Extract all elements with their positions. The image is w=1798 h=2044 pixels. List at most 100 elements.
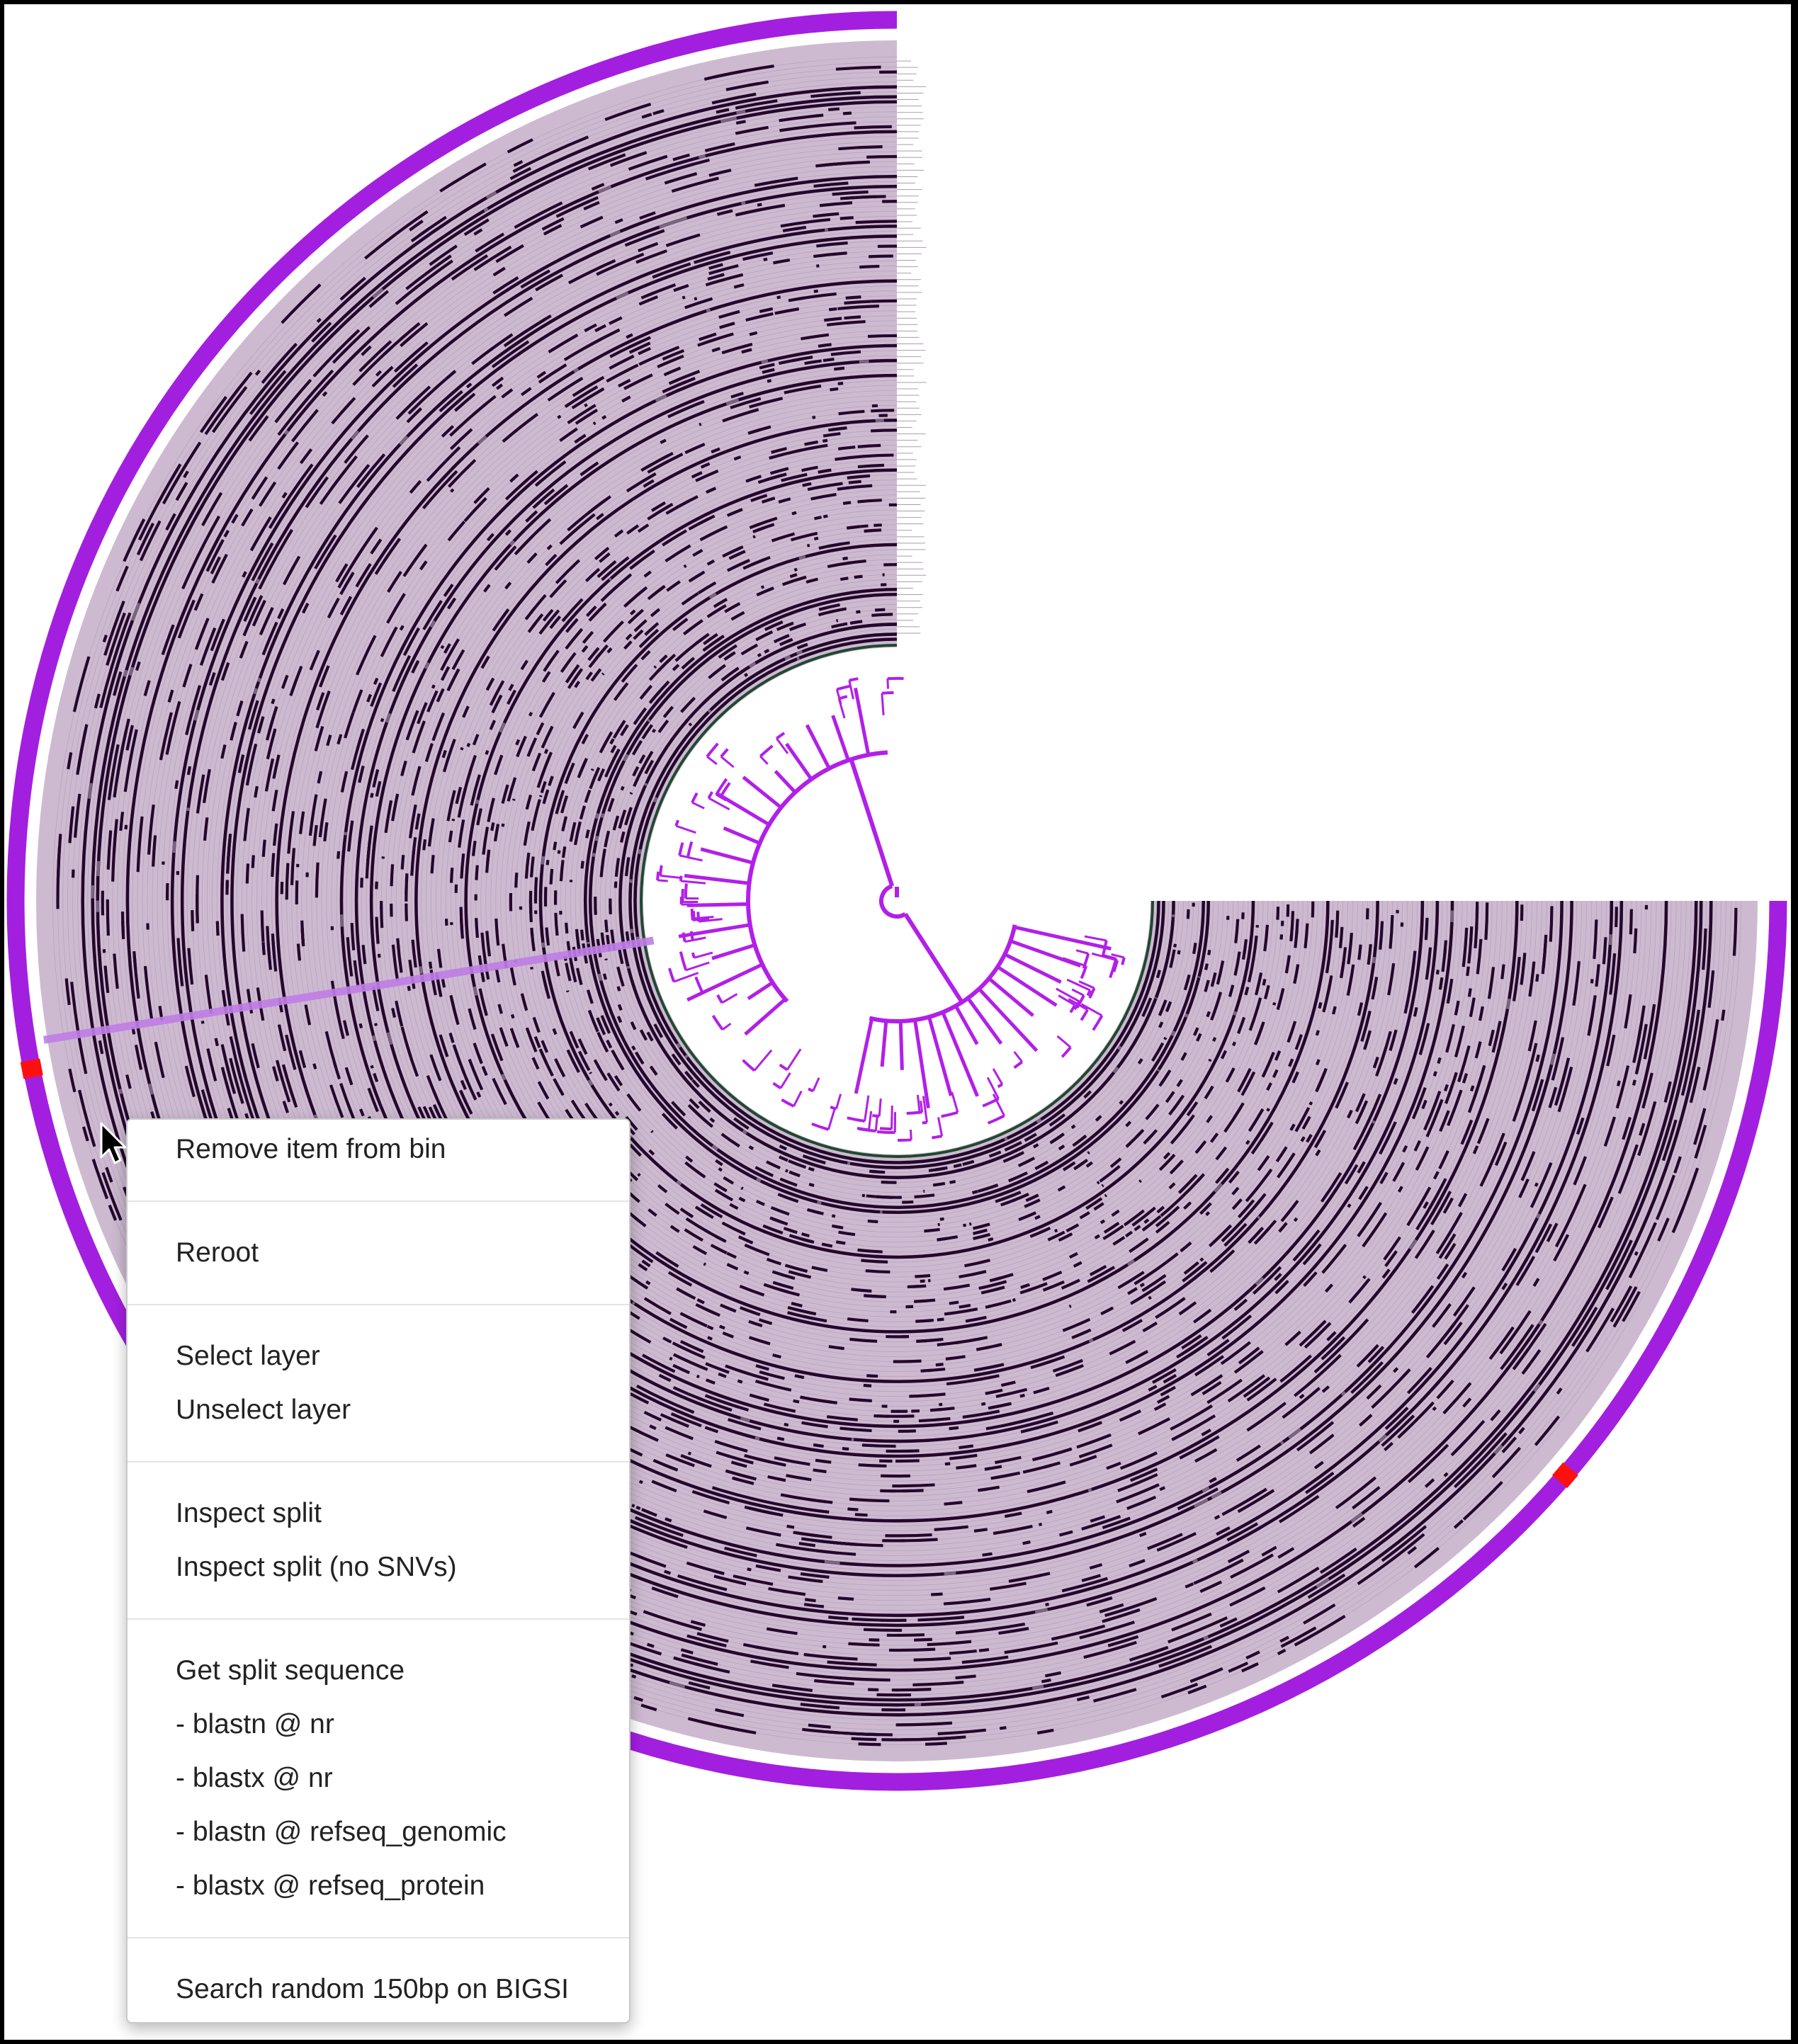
track-segment bbox=[1536, 1213, 1541, 1219]
menu-item-unselect-layer[interactable]: Unselect layer bbox=[128, 1383, 629, 1437]
tree-branch bbox=[694, 951, 713, 959]
track-segment bbox=[863, 1383, 872, 1387]
track-segment bbox=[1199, 1257, 1204, 1262]
track-segment bbox=[1231, 1041, 1237, 1047]
track-segment bbox=[465, 1077, 469, 1082]
track-segment bbox=[337, 851, 341, 859]
track-segment bbox=[749, 331, 758, 336]
menu-item-inspect-split-no-snvs[interactable]: Inspect split (no SNVs) bbox=[128, 1540, 629, 1594]
track-segment bbox=[944, 1462, 951, 1466]
track-segment bbox=[830, 387, 839, 392]
track-segment bbox=[652, 797, 658, 803]
track-segment bbox=[824, 1560, 840, 1565]
track-segment bbox=[530, 966, 533, 970]
track-segment bbox=[644, 782, 648, 787]
track-segment bbox=[631, 1301, 636, 1305]
track-segment bbox=[854, 125, 892, 130]
menu-item-blastx-refseq-protein[interactable]: - blastx @ refseq_protein bbox=[128, 1859, 629, 1913]
track-segment bbox=[959, 1303, 971, 1309]
menu-item-reroot[interactable]: Reroot bbox=[128, 1226, 629, 1280]
track-segment bbox=[824, 317, 842, 322]
track-segment bbox=[119, 812, 125, 831]
track-segment bbox=[240, 914, 246, 952]
track-segment bbox=[1019, 1393, 1025, 1398]
tree-branch bbox=[678, 842, 684, 856]
track-segment bbox=[594, 835, 599, 841]
track-segment bbox=[1046, 1509, 1053, 1514]
track-segment bbox=[735, 120, 746, 125]
track-segment bbox=[1203, 1635, 1209, 1640]
menu-item-select-layer[interactable]: Select layer bbox=[128, 1329, 629, 1383]
track-segment bbox=[400, 855, 405, 870]
menu-separator bbox=[128, 1200, 629, 1202]
track-segment bbox=[839, 216, 854, 220]
track-segment bbox=[939, 1217, 944, 1221]
track-segment bbox=[674, 1263, 679, 1268]
track-segment bbox=[473, 986, 478, 996]
dendrogram[interactable] bbox=[656, 676, 1126, 1142]
menu-separator bbox=[128, 1937, 629, 1938]
track-segment bbox=[1357, 944, 1362, 960]
track-segment bbox=[1034, 1215, 1041, 1220]
menu-item-search-bigsi[interactable]: Search random 150bp on BIGSI bbox=[128, 1963, 629, 2016]
tree-branch bbox=[881, 693, 885, 716]
track-segment bbox=[255, 578, 261, 584]
track-segment bbox=[857, 463, 885, 469]
menu-item-get-split-sequence[interactable]: Get split sequence bbox=[128, 1644, 629, 1698]
track-segment bbox=[405, 903, 409, 921]
track-segment bbox=[1204, 963, 1209, 970]
tree-branch bbox=[711, 1014, 724, 1030]
track-segment bbox=[1185, 979, 1189, 983]
track-segment bbox=[893, 1359, 922, 1363]
menu-item-remove-item-from-bin[interactable]: Remove item from bin bbox=[128, 1123, 629, 1176]
menu-item-blastx-nr[interactable]: - blastx @ nr bbox=[128, 1751, 629, 1805]
track-segment bbox=[834, 366, 845, 371]
track-segment bbox=[638, 848, 642, 855]
tree-branch bbox=[867, 1111, 873, 1130]
tree-branch bbox=[1075, 949, 1089, 955]
track-segment bbox=[430, 855, 435, 874]
track-segment bbox=[822, 358, 835, 363]
track-segment bbox=[1293, 1217, 1299, 1222]
track-segment bbox=[1148, 1295, 1152, 1300]
tree-branch bbox=[1121, 957, 1126, 965]
track-segment bbox=[565, 922, 569, 934]
track-segment bbox=[589, 1072, 592, 1074]
track-segment bbox=[864, 528, 873, 533]
track-segment bbox=[1500, 964, 1505, 980]
track-segment bbox=[1138, 1179, 1142, 1183]
track-segment bbox=[631, 1045, 636, 1051]
track-segment bbox=[755, 1177, 762, 1183]
track-segment bbox=[370, 1064, 374, 1069]
track-segment bbox=[1119, 1100, 1124, 1105]
track-segment bbox=[515, 739, 521, 746]
track-segment bbox=[1633, 928, 1638, 954]
menu-item-inspect-split[interactable]: Inspect split bbox=[128, 1487, 629, 1540]
track-segment bbox=[823, 1705, 833, 1709]
track-segment bbox=[1338, 926, 1344, 948]
track-segment bbox=[763, 257, 768, 261]
track-segment bbox=[1437, 1057, 1442, 1064]
track-segment bbox=[1257, 1215, 1261, 1220]
track-segment bbox=[828, 307, 837, 312]
track-segment bbox=[1505, 998, 1511, 1009]
track-segment bbox=[214, 1038, 219, 1047]
track-segment bbox=[631, 1674, 637, 1679]
track-segment bbox=[806, 543, 810, 547]
menu-item-blastn-refseq-genomic[interactable]: - blastn @ refseq_genomic bbox=[128, 1805, 629, 1859]
track-segment bbox=[852, 1617, 884, 1622]
track-segment bbox=[944, 1571, 956, 1576]
track-segment bbox=[375, 916, 380, 944]
track-segment bbox=[390, 864, 395, 887]
track-segment bbox=[1159, 1486, 1166, 1492]
tree-branch bbox=[1080, 1009, 1089, 1021]
track-segment bbox=[1535, 1054, 1540, 1062]
tree-branch bbox=[673, 972, 699, 983]
track-segment bbox=[554, 912, 559, 936]
track-segment bbox=[1466, 966, 1470, 977]
menu-item-blastn-nr[interactable]: - blastn @ nr bbox=[128, 1698, 629, 1751]
track-segment bbox=[753, 1311, 761, 1317]
track-segment bbox=[999, 1726, 1007, 1730]
tree-branch bbox=[706, 742, 719, 758]
track-segment bbox=[1192, 942, 1197, 955]
